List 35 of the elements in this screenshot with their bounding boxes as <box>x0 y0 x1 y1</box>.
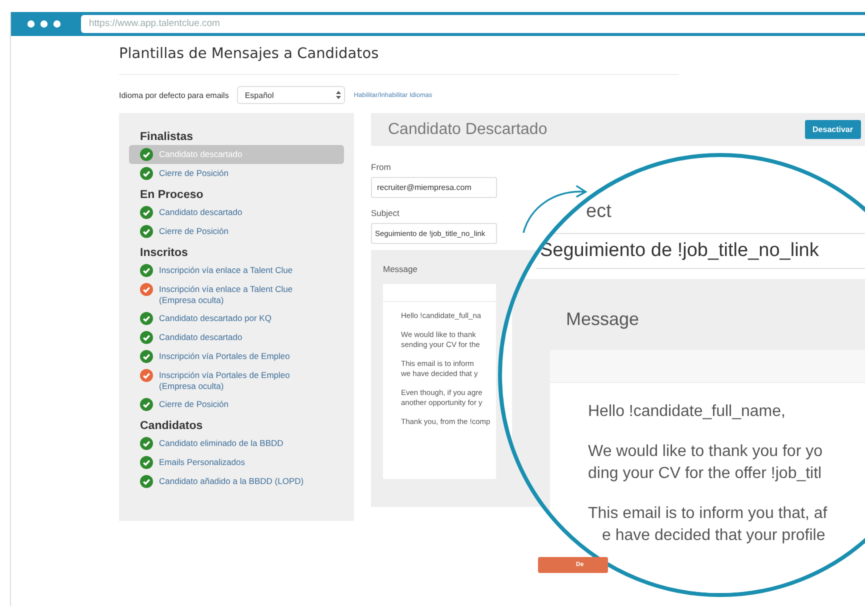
window-dots-icon <box>27 20 61 28</box>
template-item[interactable]: Inscripción vía enlace a Talent Clue <box>129 261 344 280</box>
deactivate-button[interactable]: Desactivar <box>804 120 861 139</box>
language-label: Idioma por defecto para emails <box>119 90 229 100</box>
template-item[interactable]: Candidato eliminado de la BBDD <box>129 434 344 453</box>
from-label: From <box>371 162 391 172</box>
template-title: Candidato Descartado <box>388 120 548 138</box>
message-label: Message <box>383 264 418 274</box>
group-title: Inscritos <box>139 247 189 259</box>
template-item[interactable]: Emails Personalizados <box>129 453 344 472</box>
subject-label: ect <box>586 201 612 223</box>
template-item[interactable]: Cierre de Posición <box>129 164 344 183</box>
select-arrows-icon <box>336 91 341 99</box>
message-paragraph: Hello !candidate_full_name, <box>588 402 786 422</box>
message-paragraph: We would like to thank you for yo ding your CV for the offer !job_titl <box>588 442 824 484</box>
template-item[interactable]: Candidato descartado <box>129 328 344 347</box>
group-title: Candidatos <box>139 420 204 432</box>
template-item[interactable]: Candidato añadido a la BBDD (LOPD) <box>129 472 344 491</box>
template-item[interactable]: Candidato descartado por KQ <box>129 309 344 328</box>
message-paragraph: This email is to inform you that, af e have decided that your profile <box>588 504 828 546</box>
subject-label: Subject <box>371 208 400 218</box>
template-item[interactable]: Inscripción vía Portales de Empleo <box>129 347 344 366</box>
address-bar[interactable]: https://www.app.talentclue.com <box>81 15 865 33</box>
template-item[interactable]: Inscripción vía enlace a Talent Clue (Empresa oculta) <box>129 280 344 309</box>
from-field[interactable]: recruiter@miempresa.com <box>371 177 497 198</box>
language-select[interactable]: Español <box>236 86 345 104</box>
page-title: Plantillas de Mensajes a Candidatos <box>119 46 679 75</box>
template-item[interactable]: Candidato descartado <box>129 203 344 222</box>
template-item[interactable]: Inscripción vía Portales de Empleo (Empresa oculta) <box>129 366 344 395</box>
group-title: Finalistas <box>139 131 194 143</box>
message-label: Message <box>566 309 640 330</box>
template-item[interactable]: Cierre de Posición <box>129 395 344 414</box>
template-item[interactable]: Cierre de Posición <box>129 222 344 241</box>
subject-field: Seguimiento de !job_title_no_link <box>536 233 865 269</box>
group-title: En Proceso <box>139 189 204 201</box>
